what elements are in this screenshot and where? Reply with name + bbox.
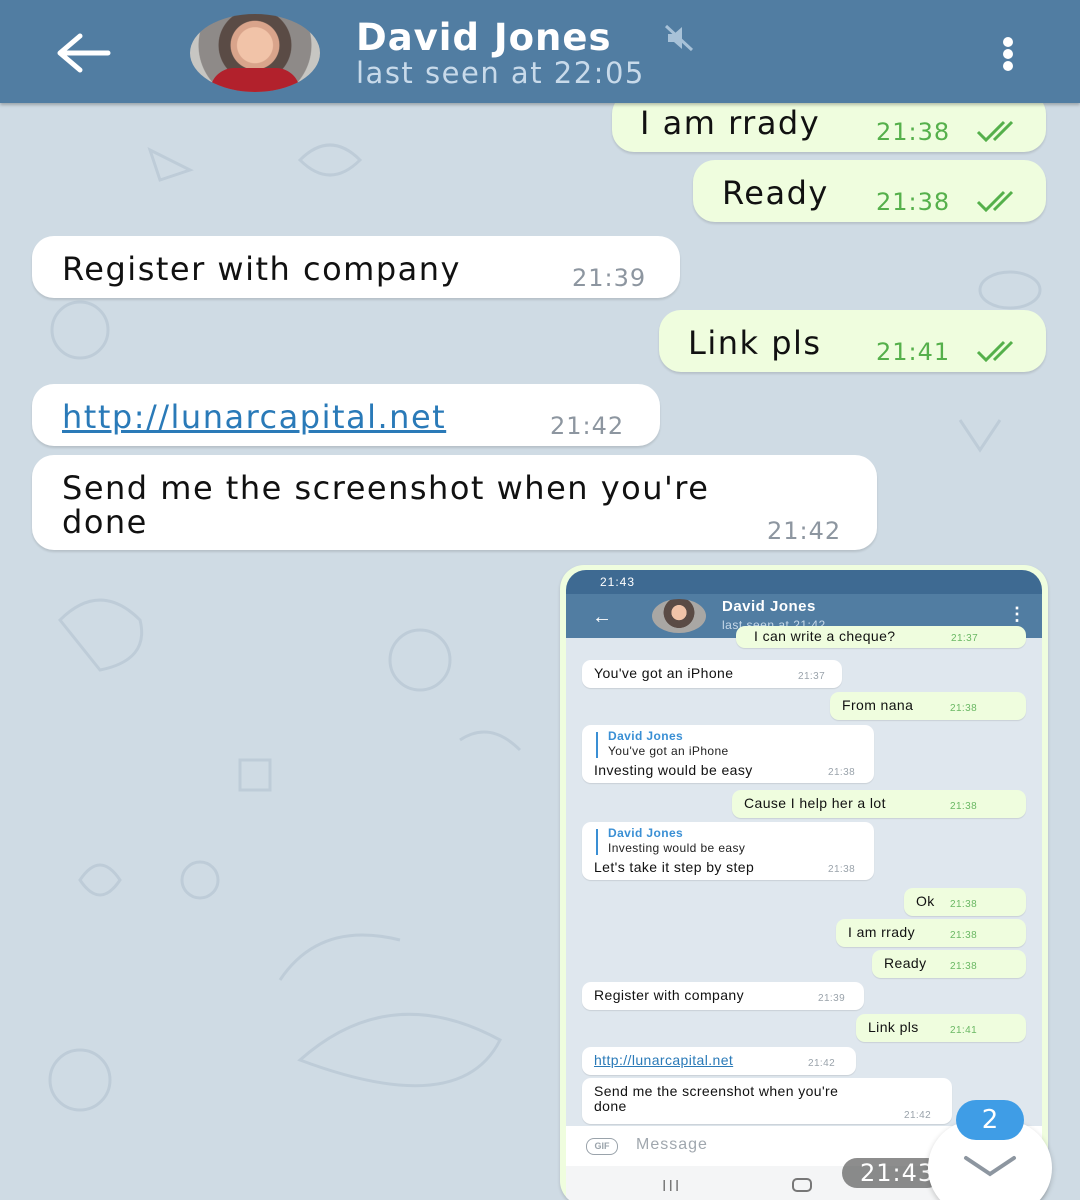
dots-vertical-icon: ⋮ (1008, 604, 1026, 624)
unread-count-badge: 2 (956, 1100, 1024, 1140)
screenshot-contact-name: David Jones (722, 598, 816, 615)
speaker-muted-icon (664, 24, 694, 52)
double-check-icon (976, 190, 1014, 212)
message-time: 21:37 (951, 633, 979, 644)
message-time: 21:42 (904, 1110, 932, 1121)
last-seen-status: last seen at 22:05 (356, 56, 645, 90)
list-item: Ready 21:38 (872, 950, 1026, 978)
reply-text: Investing would be easy (608, 841, 746, 855)
list-item: You've got an iPhone 21:37 (582, 660, 842, 688)
double-check-icon (976, 340, 1014, 362)
dots-vertical-icon[interactable] (994, 34, 1022, 74)
reply-bar (596, 829, 598, 855)
message-incoming[interactable]: http://lunarcapital.net 21:42 (32, 384, 660, 446)
list-item: I can write a cheque? 21:37 (736, 626, 1026, 648)
list-item: I am rrady 21:38 (836, 919, 1026, 947)
avatar[interactable] (190, 14, 320, 92)
message-incoming[interactable]: Register with company 21:39 (32, 236, 680, 298)
list-item: Ok 21:38 (904, 888, 1026, 916)
message-text: I can write a cheque? (754, 628, 896, 644)
screenshot-message-placeholder: Message (636, 1136, 708, 1153)
message-text-line2: done (62, 503, 148, 541)
message-text: I am rrady (640, 104, 821, 142)
reply-text: You've got an iPhone (608, 744, 729, 758)
message-text-line2: done (594, 1098, 627, 1114)
chevron-down-icon (964, 1156, 1016, 1177)
message-time: 21:41 (950, 1025, 978, 1036)
screenshot-status-time: 21:43 (600, 575, 636, 589)
image-time-badge: 21:43 (842, 1158, 942, 1188)
contact-name[interactable]: David Jones (356, 16, 612, 59)
message-time: 21:39 (572, 264, 647, 292)
message-text-line1: Send me the screenshot when you're (594, 1083, 839, 1099)
message-text: Link pls (688, 324, 822, 362)
message-text: I am rrady (848, 924, 916, 940)
list-item: Register with company 21:39 (582, 982, 864, 1010)
avatar (652, 599, 706, 633)
list-item: Cause I help her a lot 21:38 (732, 790, 1026, 818)
message-text: Register with company (594, 987, 745, 1003)
list-item: David Jones You've got an iPhone Investi… (582, 725, 874, 783)
list-item: David Jones Investing would be easy Let'… (582, 822, 874, 880)
message-time: 21:38 (828, 864, 856, 875)
message-link[interactable]: http://lunarcapital.net (62, 398, 446, 436)
message-time: 21:38 (950, 801, 978, 812)
message-text: Ready (722, 174, 829, 212)
message-time: 21:42 (767, 517, 842, 545)
message-link: http://lunarcapital.net (594, 1052, 734, 1068)
message-time: 21:41 (876, 338, 951, 366)
home-icon (792, 1178, 812, 1192)
list-item: From nana 21:38 (830, 692, 1026, 720)
double-check-icon (976, 120, 1014, 142)
reply-name: David Jones (608, 729, 684, 743)
message-time: 21:38 (876, 188, 951, 216)
message-time: 21:38 (950, 703, 978, 714)
message-time: 21:38 (876, 118, 951, 146)
chat-header: David Jones last seen at 22:05 (0, 0, 1080, 103)
message-text: Let's take it step by step (594, 859, 755, 875)
list-item: Link pls 21:41 (856, 1014, 1026, 1042)
message-text: Cause I help her a lot (744, 795, 886, 811)
message-time: 21:39 (818, 993, 846, 1004)
message-outgoing[interactable]: Ready 21:38 (693, 160, 1046, 222)
message-text-line1: Send me the screenshot when you're (62, 469, 710, 507)
message-text: Link pls (868, 1019, 919, 1035)
reply-bar (596, 732, 598, 758)
arrow-left-icon: ← (592, 606, 612, 628)
message-text: You've got an iPhone (594, 665, 734, 681)
recents-icon: III (662, 1178, 682, 1195)
message-time: 21:38 (828, 767, 856, 778)
reply-name: David Jones (608, 826, 684, 840)
message-time: 21:38 (950, 899, 978, 910)
list-item: http://lunarcapital.net 21:42 (582, 1047, 856, 1075)
message-time: 21:37 (798, 671, 826, 682)
message-outgoing[interactable]: Link pls 21:41 (659, 310, 1046, 372)
message-text: Ok (916, 893, 935, 909)
message-time: 21:38 (950, 930, 978, 941)
message-text: Investing would be easy (594, 762, 753, 778)
message-text: Ready (884, 955, 927, 971)
list-item: Send me the screenshot when you're done … (582, 1078, 952, 1124)
message-time: 21:42 (550, 412, 625, 440)
message-time: 21:42 (808, 1058, 836, 1069)
gif-icon: GIF (586, 1138, 618, 1155)
message-time: 21:38 (950, 961, 978, 972)
message-incoming[interactable]: Send me the screenshot when you're done … (32, 455, 877, 550)
screenshot-status-bar: 21:43 (566, 570, 1042, 594)
message-text: From nana (842, 697, 914, 713)
arrow-left-icon[interactable] (52, 28, 116, 78)
message-text: Register with company (62, 250, 461, 288)
